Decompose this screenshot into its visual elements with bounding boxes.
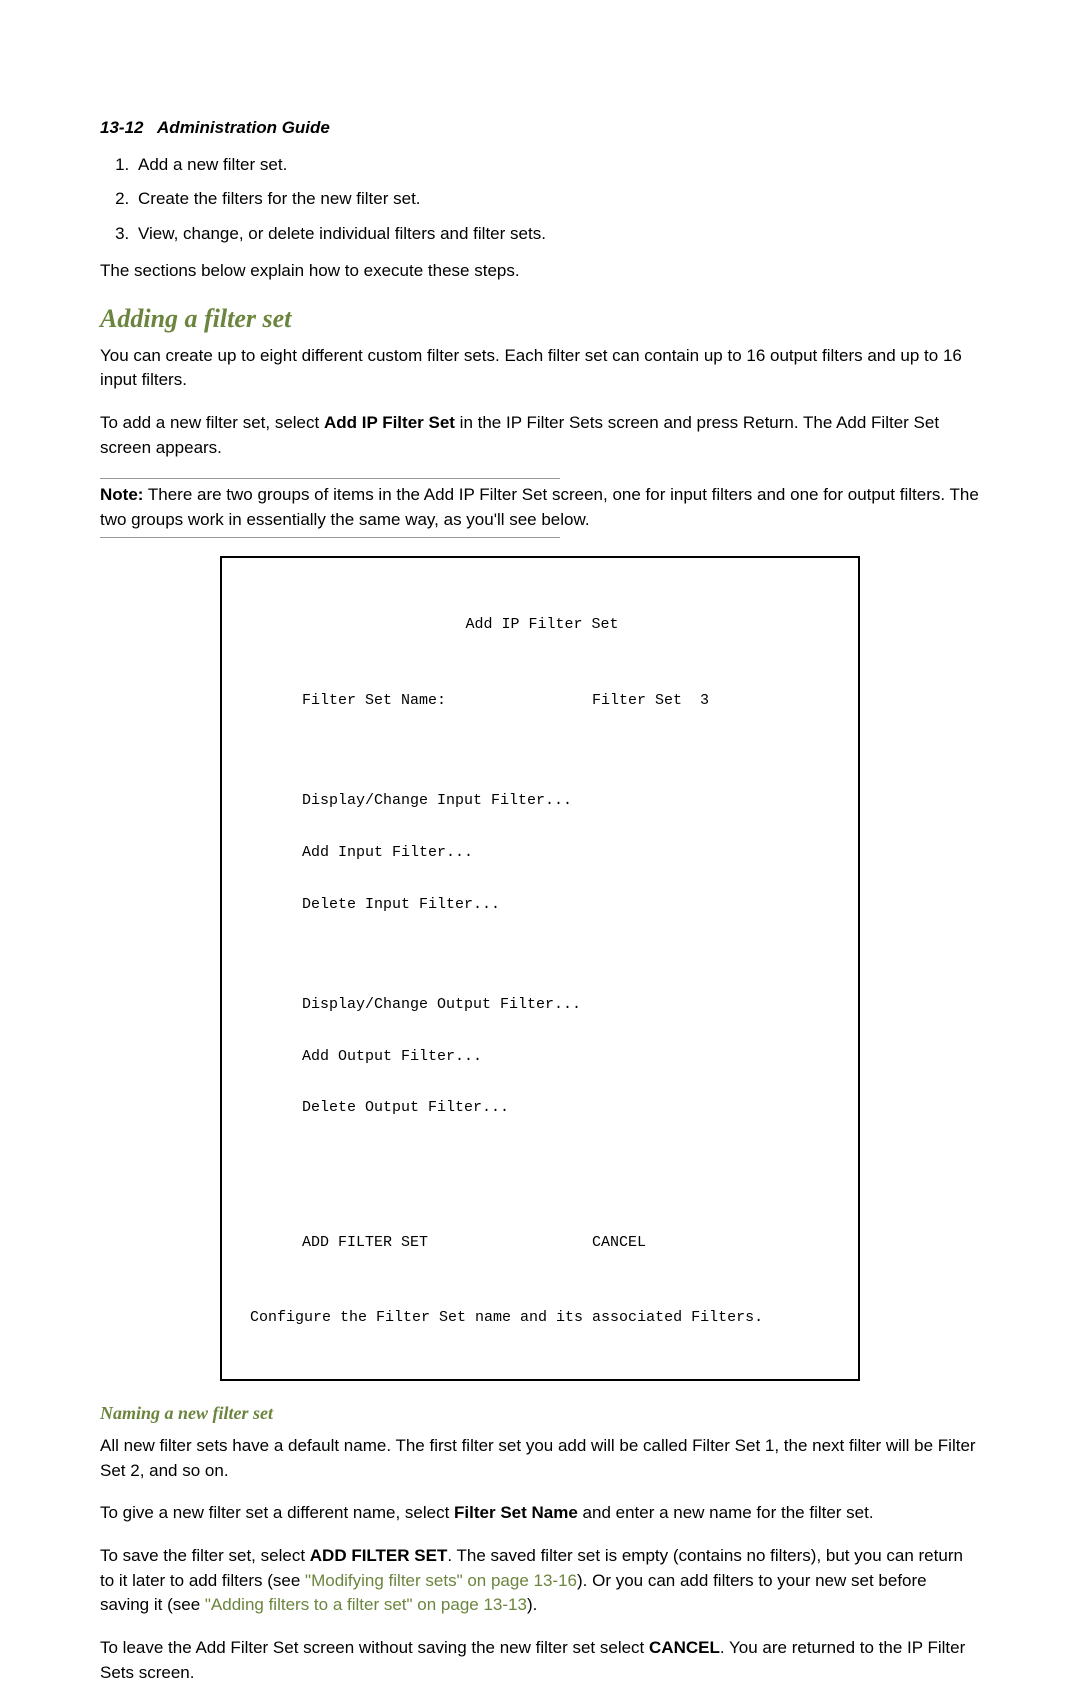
terminal-action-row: ADD FILTER SETCANCEL: [242, 1234, 842, 1251]
page-number: 13-12: [100, 118, 143, 137]
cross-reference-link[interactable]: "Adding filters to a filter set" on page…: [205, 1595, 527, 1614]
terminal-hint: Configure the Filter Set name and its as…: [242, 1309, 842, 1326]
body-paragraph: To add a new filter set, select Add IP F…: [100, 411, 980, 460]
numbered-steps: Add a new filter set. Create the filters…: [100, 152, 980, 247]
terminal-screenshot: Add IP Filter Set Filter Set Name:Filter…: [220, 556, 860, 1382]
body-paragraph: To save the filter set, select ADD FILTE…: [100, 1544, 980, 1618]
text-span: and enter a new name for the filter set.: [578, 1503, 874, 1522]
terminal-menu-item: Delete Input Filter...: [242, 896, 842, 913]
list-item: View, change, or delete individual filte…: [134, 221, 980, 247]
body-paragraph: You can create up to eight different cus…: [100, 344, 980, 393]
note-label: Note:: [100, 485, 143, 504]
terminal-menu-item: Display/Change Output Filter...: [242, 996, 842, 1013]
intro-paragraph: The sections below explain how to execut…: [100, 259, 980, 284]
terminal-menu-item: Delete Output Filter...: [242, 1099, 842, 1116]
running-header: 13-12 Administration Guide: [100, 118, 980, 138]
terminal-menu-item: Add Input Filter...: [242, 844, 842, 861]
divider-line: [100, 537, 560, 538]
subsection-heading: Naming a new filter set: [100, 1403, 980, 1424]
note-paragraph: Note: There are two groups of items in t…: [100, 483, 980, 532]
text-span: To give a new filter set a different nam…: [100, 1503, 454, 1522]
cross-reference-link[interactable]: "Modifying filter sets" on page 13-16: [305, 1571, 577, 1590]
section-heading: Adding a filter set: [100, 304, 980, 334]
terminal-title: Add IP Filter Set: [242, 616, 842, 633]
text-span: To save the filter set, select: [100, 1546, 310, 1565]
body-paragraph: To give a new filter set a different nam…: [100, 1501, 980, 1526]
cancel-action: CANCEL: [592, 1234, 646, 1251]
doc-title: Administration Guide: [157, 118, 330, 137]
divider-line: [100, 478, 560, 479]
text-span: ).: [527, 1595, 537, 1614]
bold-text: CANCEL: [649, 1638, 720, 1657]
document-page: 13-12 Administration Guide Add a new fil…: [0, 0, 1080, 1685]
terminal-menu-item: Add Output Filter...: [242, 1048, 842, 1065]
bold-text: Add IP Filter Set: [324, 413, 455, 432]
bold-text: Filter Set Name: [454, 1503, 578, 1522]
field-label: Filter Set Name:: [302, 692, 592, 709]
text-span: To leave the Add Filter Set screen witho…: [100, 1638, 649, 1657]
text-span: To add a new filter set, select: [100, 413, 324, 432]
add-filter-set-action: ADD FILTER SET: [302, 1234, 592, 1251]
body-paragraph: To leave the Add Filter Set screen witho…: [100, 1636, 980, 1685]
body-paragraph: All new filter sets have a default name.…: [100, 1434, 980, 1483]
bold-text: ADD FILTER SET: [310, 1546, 448, 1565]
terminal-menu-item: Display/Change Input Filter...: [242, 792, 842, 809]
terminal-field-row: Filter Set Name:Filter Set 3: [242, 692, 842, 709]
list-item: Create the filters for the new filter se…: [134, 186, 980, 212]
note-body: There are two groups of items in the Add…: [100, 485, 979, 529]
field-value: Filter Set 3: [592, 692, 709, 709]
list-item: Add a new filter set.: [134, 152, 980, 178]
